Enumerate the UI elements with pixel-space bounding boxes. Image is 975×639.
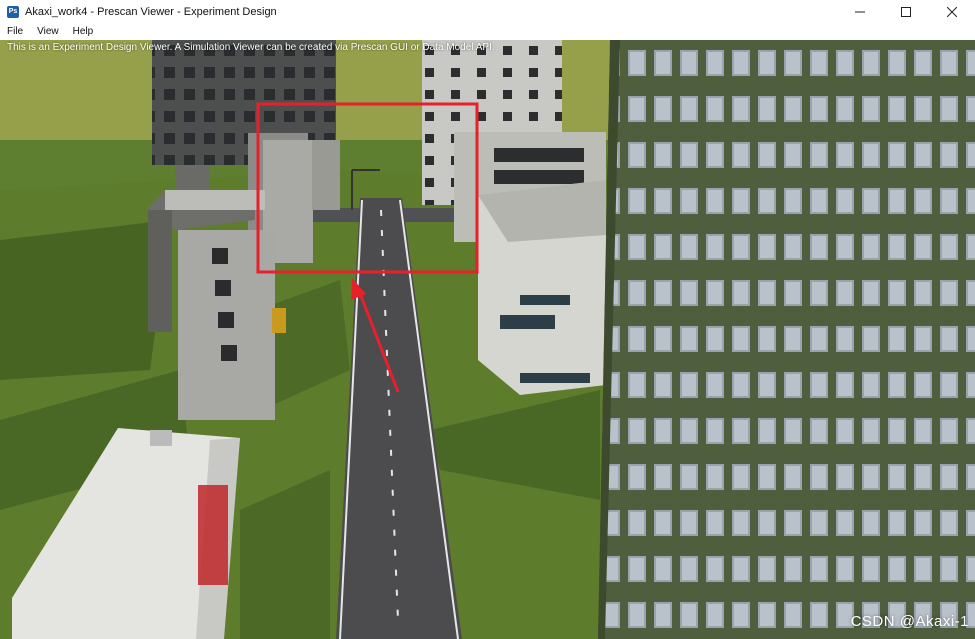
- window-controls: [837, 0, 975, 24]
- minimize-button[interactable]: [837, 0, 883, 24]
- csdn-watermark: CSDN @Akaxi-1: [850, 613, 969, 630]
- title-bar: Ps Akaxi_work4 - Prescan Viewer - Experi…: [0, 0, 975, 24]
- window-title: Akaxi_work4 - Prescan Viewer - Experimen…: [25, 6, 277, 18]
- menu-bar: File View Help: [0, 24, 975, 40]
- 3d-viewport[interactable]: This is an Experiment Design Viewer. A S…: [0, 40, 975, 639]
- viewer-info-text: This is an Experiment Design Viewer. A S…: [7, 42, 495, 53]
- menu-file[interactable]: File: [0, 24, 30, 40]
- maximize-button[interactable]: [883, 0, 929, 24]
- scene-render: [0, 40, 975, 639]
- close-button[interactable]: [929, 0, 975, 24]
- maximize-icon: [901, 7, 911, 17]
- minimize-icon: [855, 11, 865, 13]
- menu-help[interactable]: Help: [66, 24, 101, 40]
- close-icon: [947, 7, 957, 17]
- menu-view[interactable]: View: [30, 24, 66, 40]
- app-icon: Ps: [7, 6, 19, 18]
